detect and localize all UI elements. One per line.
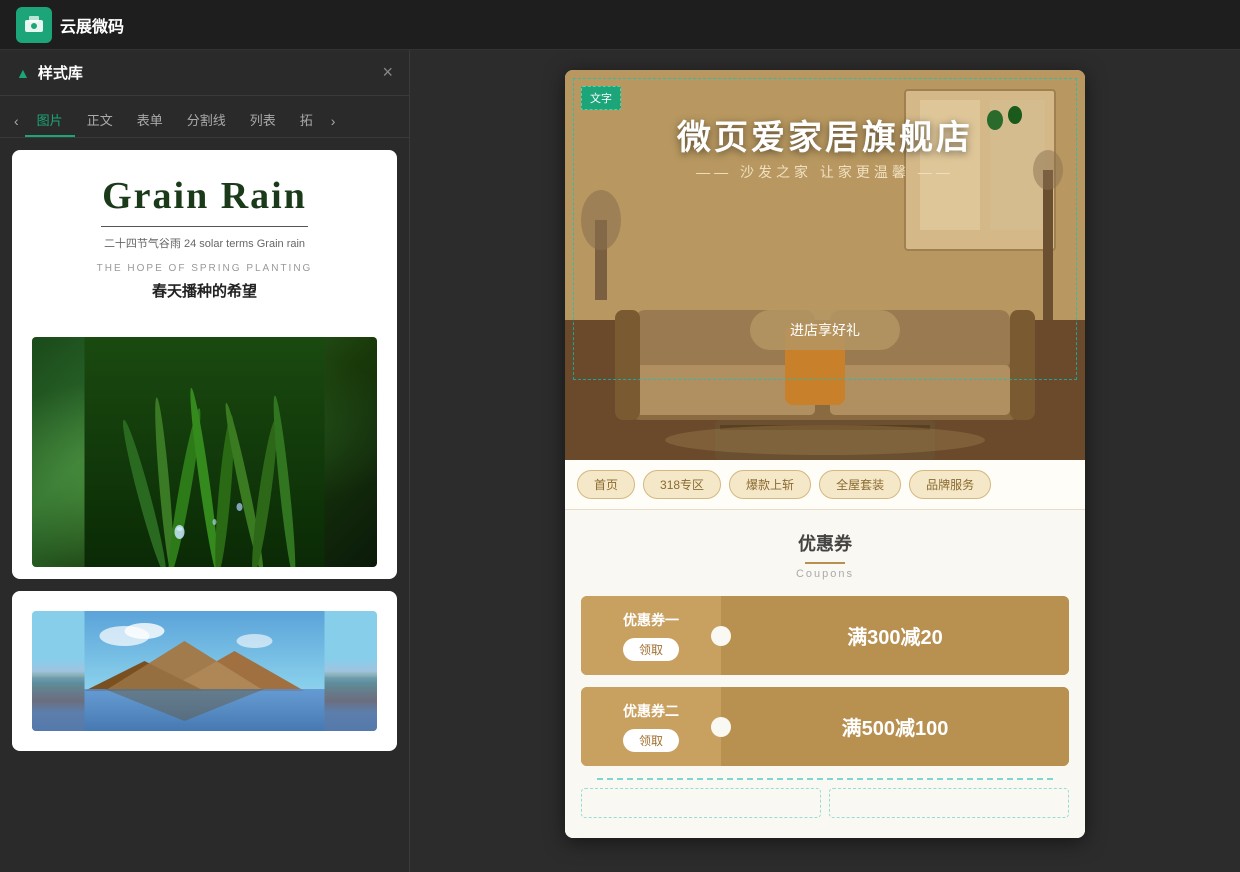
nav-next-button[interactable]: › (325, 109, 342, 133)
phone-preview: 文字 微页爱家居旗舰店 —— 沙发之家 让家更温馨 —— 进店享好礼 首页 31… (565, 70, 1085, 838)
nav-tab-popular[interactable]: 爆款上斩 (729, 470, 811, 499)
coupon-name-2: 优惠券二 (623, 701, 679, 721)
nav-tab-fullset[interactable]: 全屋套装 (819, 470, 901, 499)
coupon-left-2: 优惠券二 领取 (581, 687, 721, 766)
app-name: 云展微码 (60, 13, 124, 37)
left-panel: ▲ 样式库 × ‹ 图片 正文 表单 分割线 列表 拓 › Grain Rain… (0, 50, 410, 872)
tab-image[interactable]: 图片 (25, 104, 75, 137)
nav-tab-brand[interactable]: 品牌服务 (909, 470, 991, 499)
grain-rain-divider (101, 226, 308, 227)
tab-nav: ‹ 图片 正文 表单 分割线 列表 拓 › (0, 96, 409, 138)
tab-list[interactable]: 列表 (238, 104, 288, 137)
nav-tabs: 首页 318专区 爆款上斩 全屋套装 品牌服务 (565, 460, 1085, 510)
coupon-right-1: 满300减20 (721, 596, 1069, 675)
right-panel: 文字 微页爱家居旗舰店 —— 沙发之家 让家更温馨 —— 进店享好礼 首页 31… (410, 50, 1240, 872)
main-layout: ▲ 样式库 × ‹ 图片 正文 表单 分割线 列表 拓 › Grain Rain… (0, 50, 1240, 872)
coupon-amount-2: 满500减100 (842, 712, 949, 741)
template-card-grain-rain[interactable]: Grain Rain 二十四节气谷雨 24 solar terms Grain … (12, 150, 397, 579)
hero-subtitle: —— 沙发之家 让家更温馨 —— (565, 162, 1085, 182)
logo-icon (16, 7, 52, 43)
grain-rain-cn-label: 春天播种的希望 (32, 280, 377, 301)
topbar: 云展微码 (0, 0, 1240, 50)
coupon-btn-1[interactable]: 领取 (623, 638, 679, 661)
grain-rain-en-label: THE HOPE OF SPRING PLANTING (32, 263, 377, 274)
template-card-landscape[interactable] (12, 591, 397, 751)
coupon-right-2: 满500减100 (721, 687, 1069, 766)
nav-tab-home[interactable]: 首页 (577, 470, 635, 499)
landscape-image (32, 611, 377, 731)
hero-section: 文字 微页爱家居旗舰店 —— 沙发之家 让家更温馨 —— 进店享好礼 (565, 70, 1085, 460)
hero-main-title: 微页爱家居旗舰店 (565, 110, 1085, 159)
grain-rain-image (32, 337, 377, 567)
coupons-subtitle: Coupons (581, 568, 1069, 580)
nav-prev-button[interactable]: ‹ (8, 109, 25, 133)
tab-divider[interactable]: 分割线 (175, 104, 238, 137)
logo-area: 云展微码 (16, 7, 124, 43)
panel-title: ▲ 样式库 (16, 62, 83, 83)
grain-rain-title: Grain Rain (32, 174, 377, 218)
nav-tab-318[interactable]: 318专区 (643, 470, 721, 499)
panel-header: ▲ 样式库 × (0, 50, 409, 96)
triangle-icon: ▲ (16, 65, 30, 81)
coupon-card-1: 优惠券一 领取 满300减20 (581, 596, 1069, 675)
grain-rain-subtitle: 二十四节气谷雨 24 solar terms Grain rain (32, 235, 377, 251)
panel-title-text: 样式库 (38, 62, 83, 83)
coupon-card-2: 优惠券二 领取 满500减100 (581, 687, 1069, 766)
coupons-section: 优惠券 Coupons 优惠券一 领取 满300减20 优惠券二 (565, 510, 1085, 838)
coupon-btn-2[interactable]: 领取 (623, 729, 679, 752)
bottom-dashed-line (597, 778, 1053, 780)
close-button[interactable]: × (382, 62, 393, 83)
coupon-name-1: 优惠券一 (623, 610, 679, 630)
card-content-grain-rain: Grain Rain 二十四节气谷雨 24 solar terms Grain … (12, 150, 397, 325)
coupons-divider (805, 562, 845, 564)
cards-container: Grain Rain 二十四节气谷雨 24 solar terms Grain … (0, 138, 409, 872)
tab-form[interactable]: 表单 (125, 104, 175, 137)
tab-extra[interactable]: 拓 (288, 104, 325, 137)
coupon-amount-1: 满300减20 (847, 621, 943, 650)
coupon-left-1: 优惠券一 领取 (581, 596, 721, 675)
hero-cta-button[interactable]: 进店享好礼 (750, 310, 900, 350)
coupons-title: 优惠券 (581, 530, 1069, 556)
tab-text[interactable]: 正文 (75, 104, 125, 137)
text-badge: 文字 (581, 86, 621, 110)
